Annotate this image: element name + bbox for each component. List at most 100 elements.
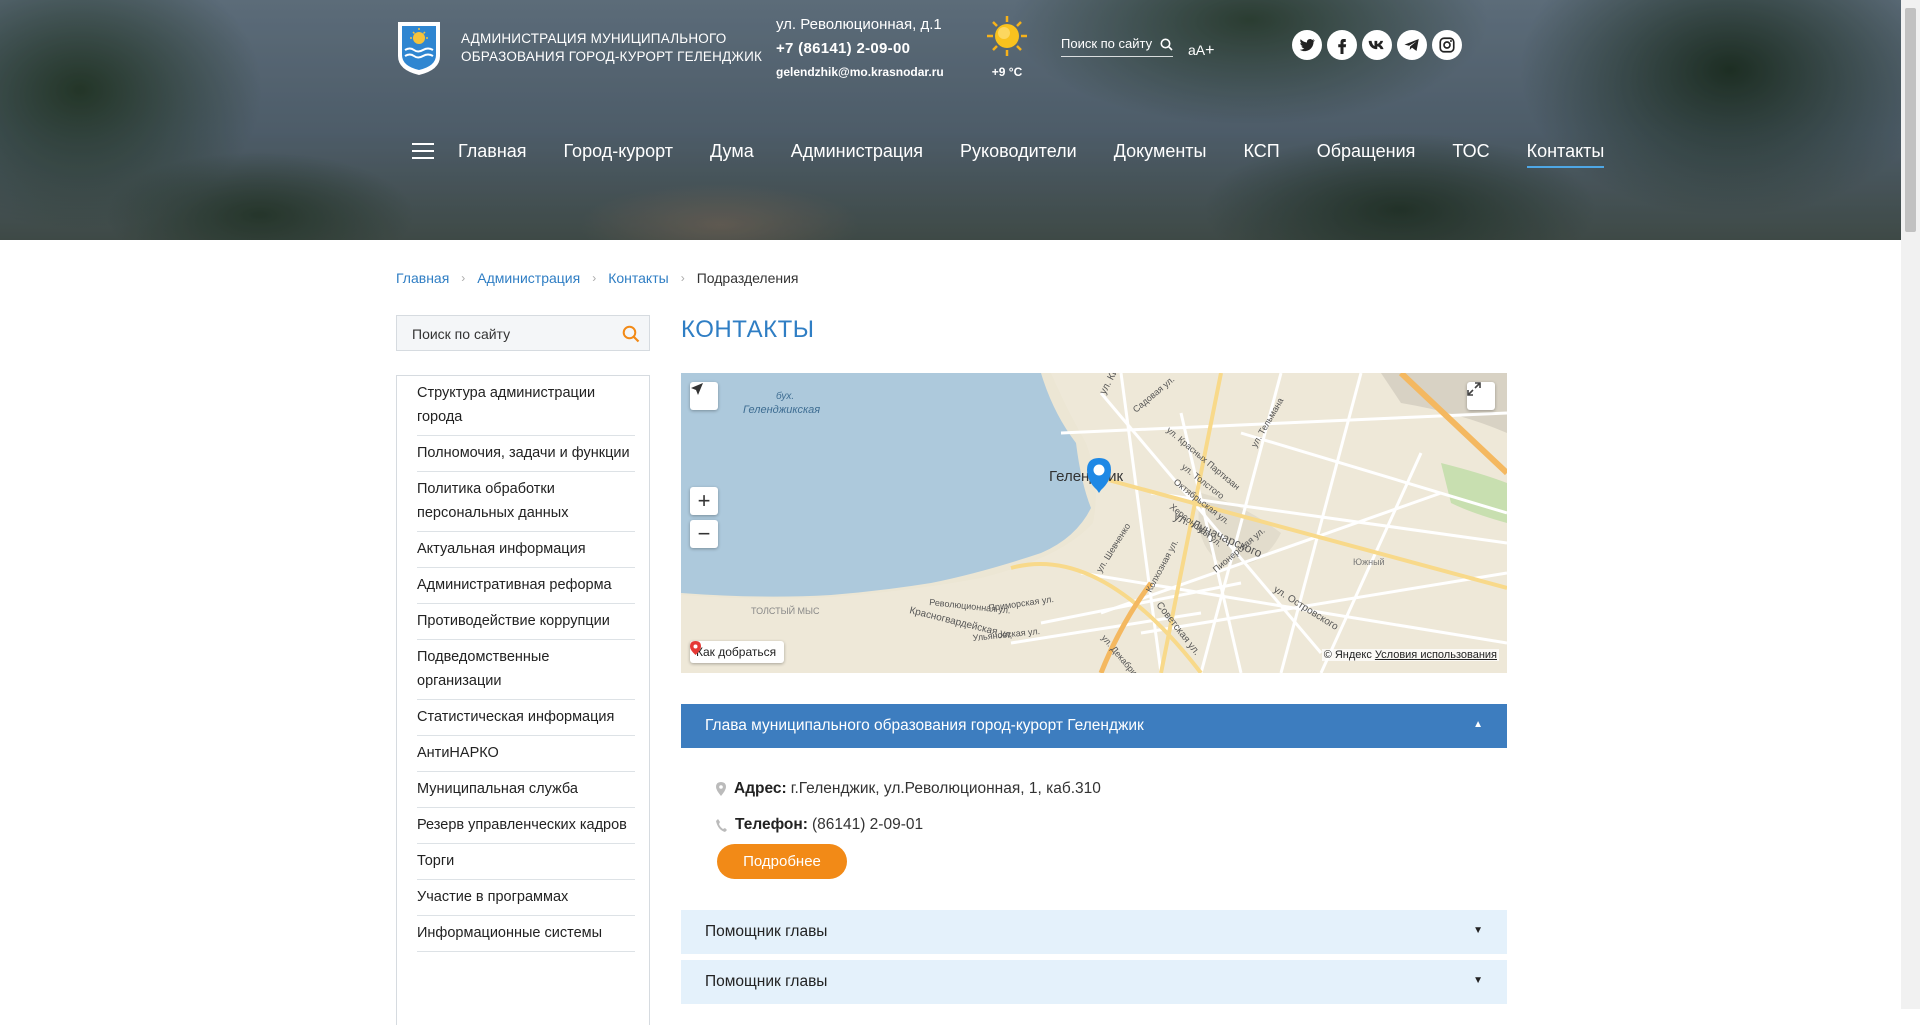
menu-burger-icon[interactable] xyxy=(412,143,434,159)
search-icon[interactable] xyxy=(1160,38,1173,51)
font-size-plus: + xyxy=(1205,42,1215,59)
accordion-title: Глава муниципального образования город-к… xyxy=(705,717,1144,734)
sun-icon xyxy=(987,16,1027,56)
route-button-label: Как добраться xyxy=(696,645,777,659)
telegram-icon[interactable] xyxy=(1397,30,1427,60)
header-search-placeholder: Поиск по сайту xyxy=(1061,36,1153,51)
header-email[interactable]: gelendzhik@mo.krasnodar.ru xyxy=(776,65,944,79)
accordion-head-assistant-1[interactable]: Помощник главы ▼ xyxy=(681,910,1507,954)
sidebar-item-statistics[interactable]: Статистическая информация xyxy=(417,700,635,736)
org-name[interactable]: АДМИНИСТРАЦИЯ МУНИЦИПАЛЬНОГО ОБРАЗОВАНИЯ… xyxy=(461,30,762,66)
accordion-head-assistant-2[interactable]: Помощник главы ▼ xyxy=(681,960,1507,1004)
phone-row: Телефон: (86141) 2-09-01 xyxy=(716,807,1101,843)
breadcrumb: Главная › Администрация › Контакты › Под… xyxy=(396,270,799,286)
nav-item-home[interactable]: Главная xyxy=(458,141,527,162)
header-contacts: ул. Революционная, д.1 +7 (86141) 2-09-0… xyxy=(776,16,944,79)
phone-label: Телефон: xyxy=(735,816,808,833)
map-canvas[interactable]: бух. Геленджикская ул. Луначарского ул. … xyxy=(681,373,1507,673)
fullscreen-icon[interactable] xyxy=(1467,382,1495,410)
address-label: Адрес: xyxy=(734,780,787,797)
route-button[interactable]: Как добраться xyxy=(690,641,785,663)
zoom-in-icon[interactable]: + xyxy=(690,487,718,515)
breadcrumb-administration[interactable]: Администрация xyxy=(477,270,580,286)
phone-value[interactable]: (86141) 2-09-01 xyxy=(812,816,923,834)
sidebar-item-antinarko[interactable]: АнтиНАРКО xyxy=(417,736,635,772)
vk-icon[interactable] xyxy=(1362,30,1392,60)
zoom-out-icon[interactable]: − xyxy=(690,520,718,548)
twitter-icon[interactable] xyxy=(1292,30,1322,60)
breadcrumb-separator-icon: › xyxy=(592,271,597,285)
sidebar-search-placeholder: Поиск по сайту xyxy=(412,326,511,342)
chevron-up-icon: ▲ xyxy=(1473,719,1483,730)
sidebar-item-personnel-reserve[interactable]: Резерв управленческих кадров xyxy=(417,808,635,844)
search-icon[interactable] xyxy=(622,325,640,343)
sidebar-item-admin-reform[interactable]: Административная реформа xyxy=(417,568,635,604)
accordion-head-head-of-municipality[interactable]: Глава муниципального образования город-к… xyxy=(681,704,1507,748)
address-value: г.Геленджик, ул.Революционная, 1, каб.31… xyxy=(790,780,1101,797)
header-banner: АДМИНИСТРАЦИЯ МУНИЦИПАЛЬНОГО ОБРАЗОВАНИЯ… xyxy=(0,0,1901,240)
nav-item-ksp[interactable]: КСП xyxy=(1243,141,1279,162)
weather-temp: +9 °C xyxy=(991,65,1023,79)
accordion-title: Помощник главы xyxy=(705,923,828,940)
map-district-2: ТОЛСТЫЙ МЫС xyxy=(751,605,820,616)
coat-of-arms-logo[interactable] xyxy=(396,20,442,76)
more-button[interactable]: Подробнее xyxy=(717,844,847,879)
org-name-line2: ОБРАЗОВАНИЯ ГОРОД-КУРОРТ ГЕЛЕНДЖИК xyxy=(461,49,763,64)
nav-item-leaders[interactable]: Руководители xyxy=(960,141,1077,162)
page-scrollbar[interactable] xyxy=(1901,0,1920,1009)
nav-item-contacts[interactable]: Контакты xyxy=(1526,141,1604,168)
sidebar-item-info-systems[interactable]: Информационные системы xyxy=(417,916,635,952)
address-row: Адрес: г.Геленджик, ул.Революционная, 1,… xyxy=(716,771,1101,807)
main-nav: Главная Город-курорт Дума Администрация … xyxy=(412,136,1641,168)
sidebar-item-subordinate-orgs[interactable]: Подведомственные организации xyxy=(417,640,635,700)
map-district-1: Южный xyxy=(1353,557,1385,567)
nav-item-tos[interactable]: ТОС xyxy=(1452,141,1489,162)
nav-item-documents[interactable]: Документы xyxy=(1114,141,1207,162)
breadcrumb-contacts[interactable]: Контакты xyxy=(608,270,668,286)
sidebar-item-tenders[interactable]: Торги xyxy=(417,844,635,880)
sidebar-item-anticorruption[interactable]: Противодействие коррупции xyxy=(417,604,635,640)
accordion-title: Помощник главы xyxy=(705,973,828,990)
sidebar-item-structure[interactable]: Структура администрации города xyxy=(417,376,635,436)
nav-item-city-resort[interactable]: Город-курорт xyxy=(564,141,673,162)
breadcrumb-home[interactable]: Главная xyxy=(396,270,449,286)
font-size-toggle[interactable]: аА+ xyxy=(1188,42,1214,60)
page-title: КОНТАКТЫ xyxy=(681,316,815,343)
sidebar-item-powers[interactable]: Полномочия, задачи и функции xyxy=(417,436,635,472)
breadcrumb-separator-icon: › xyxy=(680,271,685,285)
breadcrumb-separator-icon: › xyxy=(461,271,466,285)
weather-widget: +9 °C xyxy=(985,14,1029,79)
chevron-down-icon: ▼ xyxy=(1473,975,1483,986)
org-name-line1: АДМИНИСТРАЦИЯ МУНИЦИПАЛЬНОГО xyxy=(461,31,727,46)
breadcrumb-current: Подразделения xyxy=(696,270,799,286)
sidebar-item-current-info[interactable]: Актуальная информация xyxy=(417,532,635,568)
sidebar-search-input[interactable]: Поиск по сайту xyxy=(396,315,650,351)
route-pin-icon xyxy=(690,641,701,655)
contact-details: Адрес: г.Геленджик, ул.Революционная, 1,… xyxy=(716,771,1101,843)
font-size-label: аА xyxy=(1188,42,1206,58)
map-city-label: Геленджик xyxy=(1049,468,1124,485)
map-copyright: © Яндекс Условия использования xyxy=(1321,649,1499,661)
scrollbar-thumb[interactable] xyxy=(1905,8,1916,232)
map-terms-link[interactable]: Условия использования xyxy=(1375,649,1497,661)
yandex-map[interactable]: бух. Геленджикская ул. Луначарского ул. … xyxy=(681,373,1507,673)
nav-item-duma[interactable]: Дума xyxy=(710,141,754,162)
chevron-down-icon: ▼ xyxy=(1473,925,1483,936)
phone-icon xyxy=(716,818,727,832)
facebook-icon[interactable] xyxy=(1327,30,1357,60)
map-bay-label-1: бух. xyxy=(776,390,794,402)
nav-item-administration[interactable]: Администрация xyxy=(791,141,923,162)
map-bay-label-2: Геленджикская xyxy=(743,404,820,416)
map-copyright-text: © Яндекс xyxy=(1323,649,1372,661)
sidebar-menu: Структура администрации города Полномочи… xyxy=(396,375,650,1025)
header-address: ул. Революционная, д.1 xyxy=(776,16,942,33)
geolocation-icon[interactable] xyxy=(690,382,718,410)
header-search-input[interactable]: Поиск по сайту xyxy=(1061,36,1173,57)
instagram-icon[interactable] xyxy=(1432,30,1462,60)
header-phone[interactable]: +7 (86141) 2-09-00 xyxy=(776,40,944,57)
sidebar-item-privacy-policy[interactable]: Политика обработки персональных данных xyxy=(417,472,635,532)
sidebar-item-programs[interactable]: Участие в программах xyxy=(417,880,635,916)
nav-item-appeals[interactable]: Обращения xyxy=(1317,141,1416,162)
sidebar-item-municipal-service[interactable]: Муниципальная служба xyxy=(417,772,635,808)
social-links xyxy=(1292,30,1462,60)
